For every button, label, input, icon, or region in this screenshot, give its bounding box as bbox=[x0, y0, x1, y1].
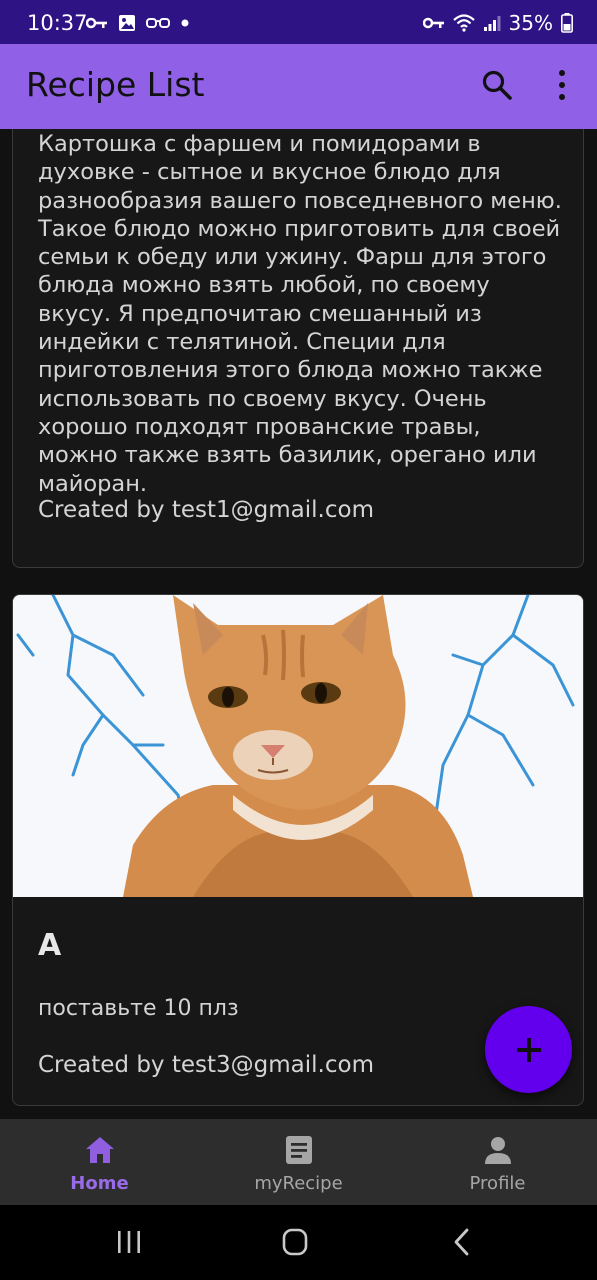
recipe-author: Created by test3@gmail.com bbox=[38, 1052, 374, 1078]
app-bar: Recipe List bbox=[0, 44, 597, 129]
status-time: 10:37 bbox=[27, 11, 88, 35]
plus-icon bbox=[516, 1037, 541, 1062]
recipe-description: поставьте 10 плз bbox=[38, 996, 239, 1021]
battery-percent: 35% bbox=[508, 11, 553, 35]
signal-icon bbox=[483, 16, 501, 31]
recipe-title: A bbox=[38, 928, 62, 963]
recipe-image bbox=[13, 595, 583, 897]
recipe-author: Created by test1@gmail.com bbox=[38, 497, 374, 523]
nav-label-myrecipe: myRecipe bbox=[254, 1173, 343, 1194]
more-vert-icon[interactable] bbox=[550, 68, 574, 102]
article-icon bbox=[285, 1136, 312, 1164]
status-left-icons bbox=[86, 14, 190, 32]
nav-item-myrecipe[interactable]: myRecipe bbox=[199, 1119, 398, 1205]
recipe-card[interactable]: Картошка с фаршем и помидорами в духовке… bbox=[12, 129, 584, 568]
recipe-list[interactable]: Картошка с фаршем и помидорами в духовке… bbox=[0, 129, 597, 1119]
recipe-description: Картошка с фаршем и помидорами в духовке… bbox=[38, 131, 562, 497]
back-icon[interactable] bbox=[442, 1227, 482, 1257]
nav-item-home[interactable]: Home bbox=[0, 1119, 199, 1205]
nav-label-home: Home bbox=[70, 1173, 129, 1194]
dot-icon bbox=[181, 19, 189, 27]
person-icon bbox=[484, 1137, 511, 1164]
battery-icon bbox=[561, 13, 573, 33]
home-icon bbox=[85, 1137, 114, 1163]
page-title: Recipe List bbox=[26, 65, 205, 104]
status-right: 35% bbox=[422, 11, 573, 35]
wifi-icon bbox=[452, 14, 475, 32]
glasses-icon bbox=[146, 18, 170, 28]
nav-item-profile[interactable]: Profile bbox=[398, 1119, 597, 1205]
system-navigation-bar bbox=[0, 1205, 597, 1280]
key-icon bbox=[422, 17, 444, 29]
status-bar: 10:37 35% bbox=[0, 0, 597, 44]
home-system-icon[interactable] bbox=[275, 1227, 315, 1257]
nav-label-profile: Profile bbox=[469, 1173, 526, 1194]
search-icon[interactable] bbox=[480, 68, 514, 102]
bottom-navigation: Home myRecipe Profile bbox=[0, 1119, 597, 1205]
image-icon bbox=[119, 15, 135, 31]
add-recipe-button[interactable] bbox=[485, 1006, 572, 1093]
recent-apps-icon[interactable] bbox=[109, 1227, 149, 1257]
key-icon bbox=[86, 17, 107, 29]
